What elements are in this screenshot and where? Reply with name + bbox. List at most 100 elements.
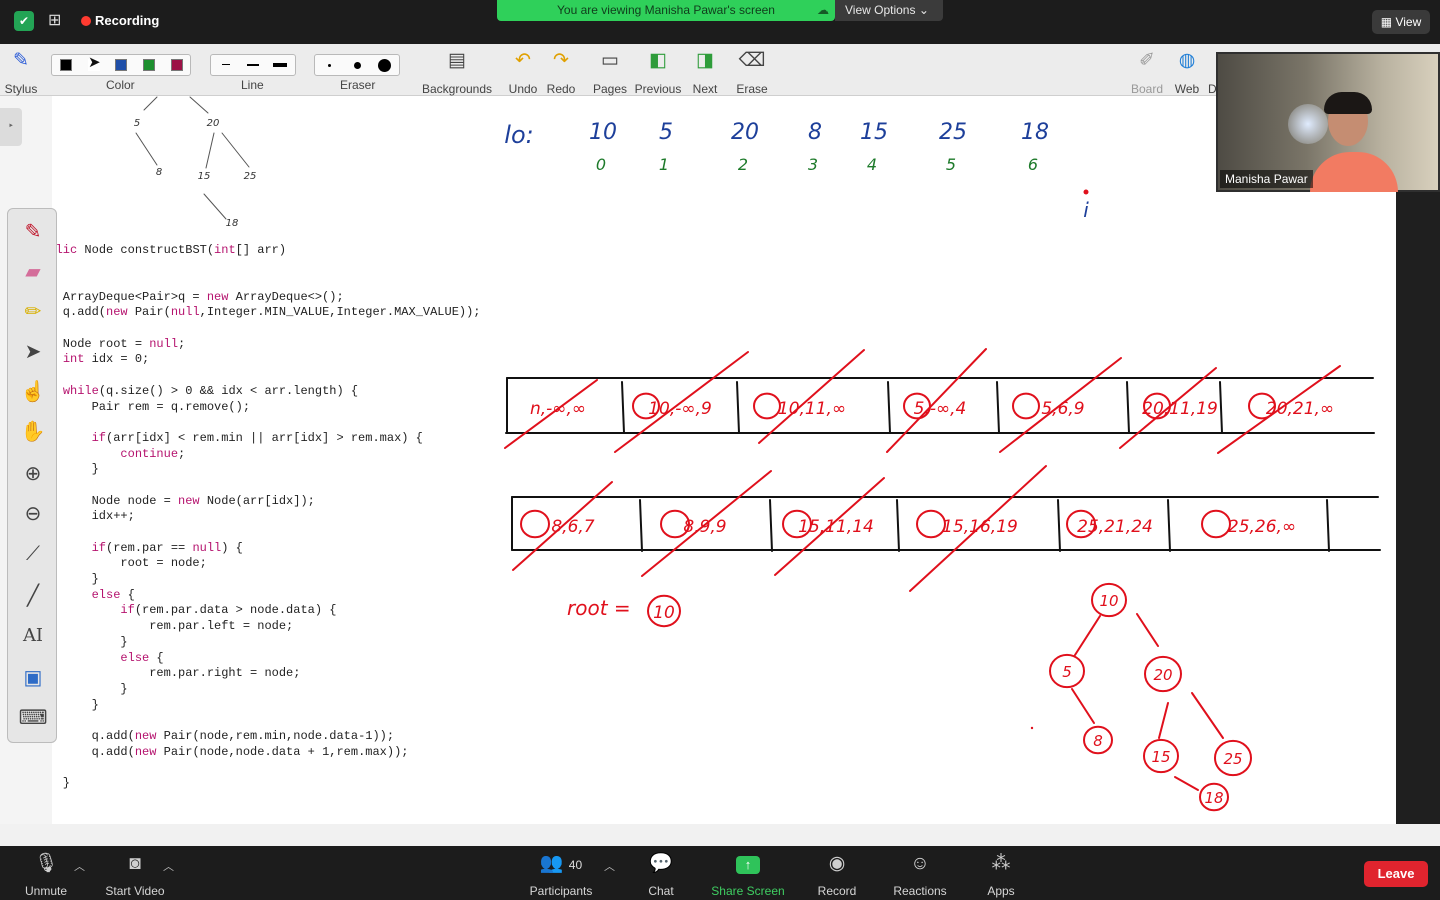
participant-count: 40	[568, 858, 583, 872]
queue-node-circle	[1201, 509, 1231, 539]
array-value: 10	[589, 120, 617, 145]
queue-divider	[896, 499, 900, 552]
small-tree-node: 18	[226, 218, 239, 229]
queue-divider	[639, 499, 643, 552]
ink-dot	[1030, 726, 1034, 730]
queue-divider	[1057, 499, 1061, 552]
chat-label: Chat	[648, 884, 674, 898]
hand-pan-icon[interactable]: ✋	[18, 417, 48, 447]
record-icon: ◉	[828, 853, 846, 874]
side-annotation-tools: ✎ ▰ ✏ ➤ ☝ ✋ ⊕ ⊖ ⟋ ╱ AI ▣ ⌨	[7, 208, 57, 743]
pen-icon[interactable]: ✎	[18, 217, 48, 247]
video-options-caret[interactable]: ︿	[163, 858, 174, 874]
ink-stroke	[143, 96, 158, 111]
hand-pointer-icon[interactable]: ☝	[18, 377, 48, 407]
zoom-in-icon[interactable]: ⊕	[18, 459, 48, 489]
array-index: 2	[738, 155, 748, 174]
ink-stroke	[189, 96, 209, 114]
queue-entry: 25,21,24	[1077, 517, 1153, 537]
queue-entry: 8,6,7	[551, 517, 594, 537]
share-screen-button[interactable]: ↑ Share Screen	[708, 852, 788, 898]
muted-mic-icon: 🎙	[33, 853, 59, 874]
tree-edge	[1136, 613, 1159, 647]
queue-divider	[996, 381, 1000, 434]
array-value: 8	[808, 120, 822, 145]
queue-node-circle	[520, 509, 550, 539]
queue-divider	[1167, 499, 1171, 552]
apps-icon: ⁂	[991, 853, 1011, 874]
queue-divider	[1126, 381, 1130, 434]
root-label: root =	[567, 596, 631, 620]
small-tree-node: 8	[156, 167, 162, 178]
small-tree-node: 25	[244, 171, 257, 182]
queue-divider	[1326, 499, 1330, 552]
apps-label: Apps	[987, 884, 1015, 898]
reactions-button[interactable]: ☺ Reactions	[890, 852, 950, 898]
queue-entry: 25,26,∞	[1228, 517, 1296, 537]
tree-node-value: 18	[1204, 789, 1223, 807]
record-label: Record	[817, 884, 857, 898]
queue-entry: 20,11,19	[1142, 399, 1218, 419]
queue-entry: 8,9,9	[683, 517, 726, 537]
small-tree-node: 20	[207, 118, 220, 129]
participants-button[interactable]: 👥 40 Participants	[524, 852, 598, 898]
ink-stroke	[205, 132, 215, 169]
queue-node-circle	[753, 392, 781, 420]
participant-name-label: Manisha Pawar	[1220, 170, 1313, 188]
participants-label: Participants	[529, 884, 593, 898]
strike-line	[886, 348, 987, 453]
array-index: 0	[596, 155, 606, 174]
participants-icon: 👥	[539, 853, 564, 874]
participants-caret[interactable]: ︿	[604, 858, 615, 874]
tree-edge	[1074, 615, 1101, 656]
eyedropper-icon[interactable]: ⟋	[18, 539, 48, 569]
ink-stroke	[135, 132, 158, 166]
array-index: 3	[808, 155, 818, 174]
queue-node-circle	[916, 509, 946, 539]
array-value: 20	[731, 120, 759, 145]
queue-divider	[1219, 381, 1223, 434]
video-off-icon: ◙	[129, 853, 141, 874]
audio-options-caret[interactable]: ︿	[74, 858, 85, 874]
pointer-dot	[1083, 189, 1089, 195]
share-screen-label: Share Screen	[711, 884, 785, 898]
pointer-icon[interactable]: ➤	[18, 337, 48, 367]
array-label: lo:	[504, 121, 533, 149]
text-tool-icon[interactable]: AI	[18, 621, 48, 651]
ink-stroke	[221, 132, 250, 168]
array-value: 18	[1021, 120, 1049, 145]
queue-divider	[769, 499, 773, 552]
array-value: 25	[939, 120, 967, 145]
participant-video[interactable]: Manisha Pawar	[1216, 52, 1440, 192]
array-index: 5	[946, 155, 956, 174]
share-screen-icon: ↑	[736, 856, 760, 874]
chat-button[interactable]: 💬 Chat	[640, 852, 682, 898]
queue-divider	[736, 381, 740, 434]
keyboard-icon[interactable]: ⌨	[18, 703, 48, 733]
start-video-label: Start Video	[105, 884, 165, 898]
queue-divider	[621, 381, 625, 434]
image-tool-icon[interactable]: ▣	[18, 663, 48, 693]
apps-button[interactable]: ⁂ Apps	[982, 852, 1020, 898]
leave-button[interactable]: Leave	[1364, 861, 1428, 887]
highlighter-icon[interactable]: ✏	[18, 297, 48, 327]
tree-node-value: 25	[1223, 750, 1242, 768]
tree-edge	[1191, 692, 1224, 739]
meeting-controls-bar: 🎙 Unmute ︿ ◙ Start Video ︿ 👥 40 Particip…	[0, 846, 1440, 900]
reactions-icon: ☺	[910, 853, 930, 874]
reactions-label: Reactions	[893, 884, 947, 898]
pointer-label: i	[1083, 198, 1089, 222]
array-index: 4	[867, 155, 877, 174]
line-tool-icon[interactable]: ╱	[18, 581, 48, 611]
tree-node-value: 10	[1099, 592, 1118, 610]
small-tree-node: 15	[198, 171, 211, 182]
zoom-out-icon[interactable]: ⊖	[18, 499, 48, 529]
tree-edge	[1174, 776, 1199, 791]
record-button[interactable]: ◉ Record	[814, 852, 860, 898]
tree-edge	[1158, 702, 1169, 739]
eraser-icon[interactable]: ▰	[18, 257, 48, 287]
unmute-label: Unmute	[24, 884, 68, 898]
start-video-button[interactable]: ◙ Start Video	[100, 852, 170, 898]
strike-line	[614, 351, 749, 453]
unmute-button[interactable]: 🎙 Unmute	[18, 852, 74, 898]
